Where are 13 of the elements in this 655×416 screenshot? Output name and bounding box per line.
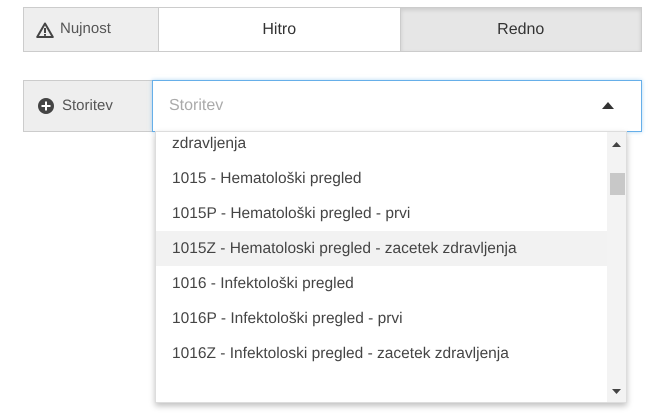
warning-icon xyxy=(36,22,54,38)
scroll-thumb[interactable] xyxy=(610,173,625,195)
caret-icon[interactable] xyxy=(602,102,614,109)
scroll-down-icon[interactable] xyxy=(612,389,621,394)
field-label: Storitev xyxy=(62,96,113,116)
service-select[interactable]: Storitev xyxy=(152,80,642,132)
scrollbar[interactable] xyxy=(607,132,626,402)
plus-circle-icon xyxy=(38,98,54,114)
scroll-up-icon[interactable] xyxy=(612,142,621,147)
urgency-option[interactable]: Redno xyxy=(400,8,641,51)
dropdown-option[interactable]: zdravljenja xyxy=(156,132,607,161)
field-label: Nujnost xyxy=(60,19,111,40)
dropdown-option[interactable]: 1015Z - Hematoloski pregled - zacetek zdravljenja xyxy=(156,231,607,266)
